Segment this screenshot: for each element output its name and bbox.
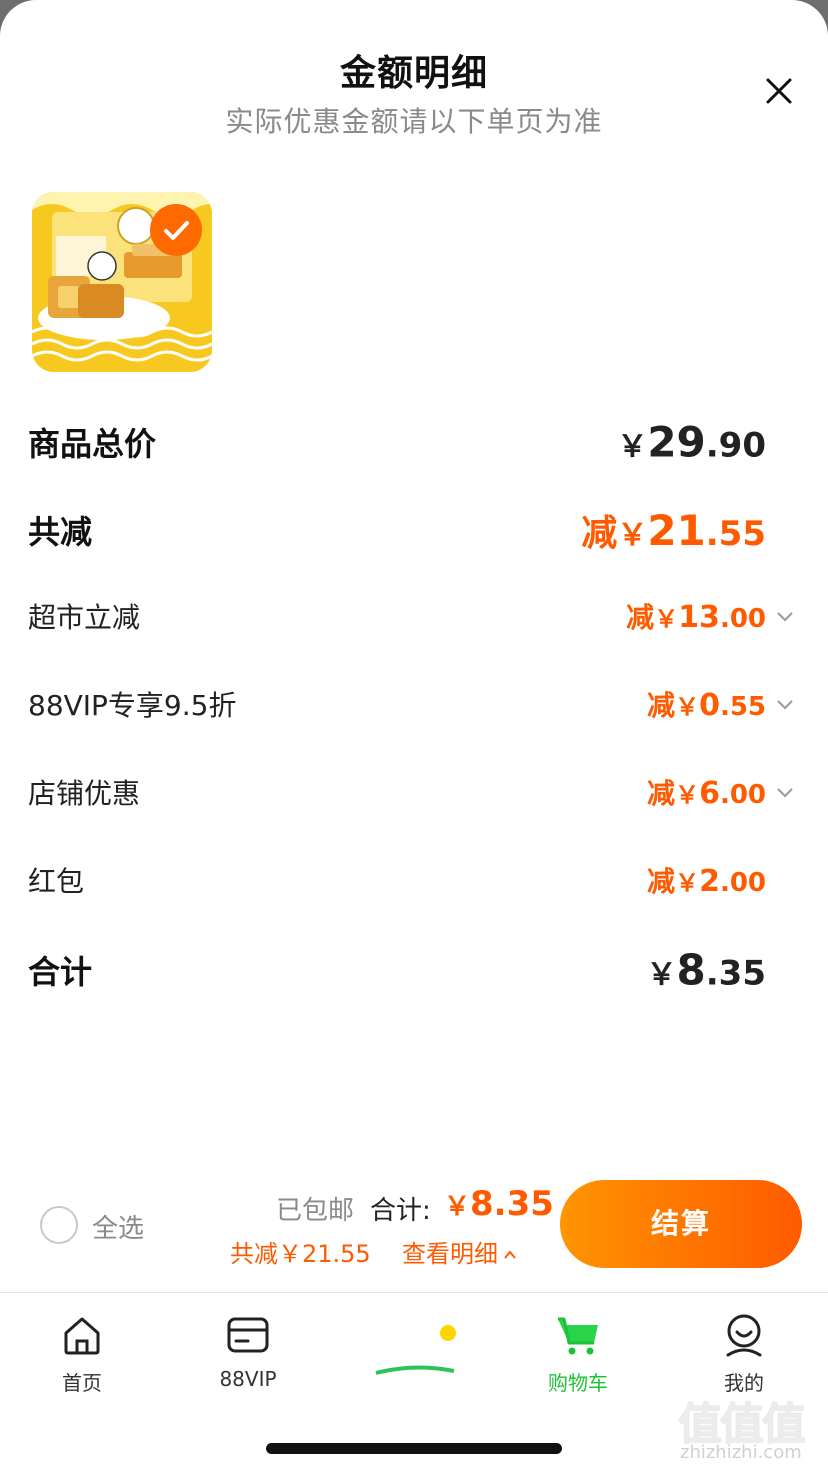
red-packet-row: 红包 减￥2.00 xyxy=(28,850,800,910)
supermarket-discount-row[interactable]: 超市立减 减￥13.00 xyxy=(28,586,800,646)
checkout-button[interactable]: 结算 xyxy=(560,1180,802,1268)
selected-check-icon xyxy=(150,204,202,256)
goods-total-row: 商品总价 ￥29.90 xyxy=(28,412,800,472)
tab-home-label: 首页 xyxy=(62,1371,102,1395)
total-label: 合计: xyxy=(370,1196,431,1226)
sum-label: 合计 xyxy=(28,953,93,991)
vip-discount-amount: 减￥0.55 xyxy=(647,688,766,723)
supermarket-discount-label: 超市立减 xyxy=(28,601,141,634)
sheet-title: 金额明细 xyxy=(339,53,488,94)
vip-card-icon xyxy=(227,1317,269,1353)
sheet-subtitle: 实际优惠金额请以下单页为准 xyxy=(225,105,603,138)
select-all-label[interactable]: 全选 xyxy=(92,1208,144,1245)
checkout-bar: 全选 已包邮 合计: ￥8.35 共减￥21.55 查看明细 结算 xyxy=(0,1168,828,1288)
amount-detail-sheet: 金额明细 实际优惠金额请以下单页为准 商品总价 ￥29.90 共减 减￥21.5… xyxy=(0,0,828,1471)
guess-promo-logo[interactable]: 天天 来竞猜 xyxy=(370,1313,460,1383)
shopping-cart-icon xyxy=(558,1317,598,1355)
sum-row: 合计 ￥8.35 xyxy=(28,940,800,1000)
total-discount-label: 共减 xyxy=(28,513,93,551)
chevron-down-icon[interactable] xyxy=(774,605,796,627)
view-detail-link[interactable]: 查看明细 xyxy=(402,1234,518,1269)
saved-amount: 共减￥21.55 xyxy=(230,1240,371,1268)
supermarket-discount-amount: 减￥13.00 xyxy=(626,600,766,635)
tab-cart[interactable]: 购物车 xyxy=(518,1311,638,1401)
total-amount: ￥8.35 xyxy=(444,1184,554,1224)
close-icon xyxy=(766,78,792,104)
tab-88vip-label: 88VIP xyxy=(219,1367,277,1391)
store-discount-amount: 减￥6.00 xyxy=(647,776,766,811)
tab-home[interactable]: 首页 xyxy=(22,1311,142,1401)
store-discount-row[interactable]: 店铺优惠 减￥6.00 xyxy=(28,762,800,822)
vip-discount-row[interactable]: 88VIP专享9.5折 减￥0.55 xyxy=(28,674,800,734)
chevron-down-icon[interactable] xyxy=(774,781,796,803)
close-button[interactable] xyxy=(756,68,802,114)
tab-88vip[interactable]: 88VIP xyxy=(188,1311,308,1401)
sum-amount: ￥8.35 xyxy=(646,945,766,995)
red-packet-amount: 减￥2.00 xyxy=(647,864,766,899)
total-discount-amount: 减￥21.55 xyxy=(581,506,766,555)
vip-discount-label: 88VIP专享9.5折 xyxy=(28,689,237,722)
chevron-down-icon[interactable] xyxy=(774,693,796,715)
home-icon xyxy=(64,1317,100,1355)
watermark-url: zhizhizhi.com xyxy=(680,1442,802,1463)
red-packet-label: 红包 xyxy=(28,865,85,898)
shipping-status: 已包邮 xyxy=(276,1196,355,1226)
store-discount-label: 店铺优惠 xyxy=(28,777,141,810)
tab-cart-label: 购物车 xyxy=(548,1371,608,1395)
select-all-radio[interactable] xyxy=(40,1206,78,1244)
home-indicator[interactable] xyxy=(266,1443,562,1454)
chevron-up-icon xyxy=(504,1250,516,1259)
site-watermark: 值值值 zhizhizhi.com xyxy=(678,1388,818,1468)
goods-total-label: 商品总价 xyxy=(28,425,157,463)
total-discount-row: 共减 减￥21.55 xyxy=(28,500,800,560)
user-face-icon xyxy=(726,1314,762,1357)
promo-text-top: 天天 xyxy=(384,1322,429,1347)
goods-total-amount: ￥29.90 xyxy=(617,417,766,467)
